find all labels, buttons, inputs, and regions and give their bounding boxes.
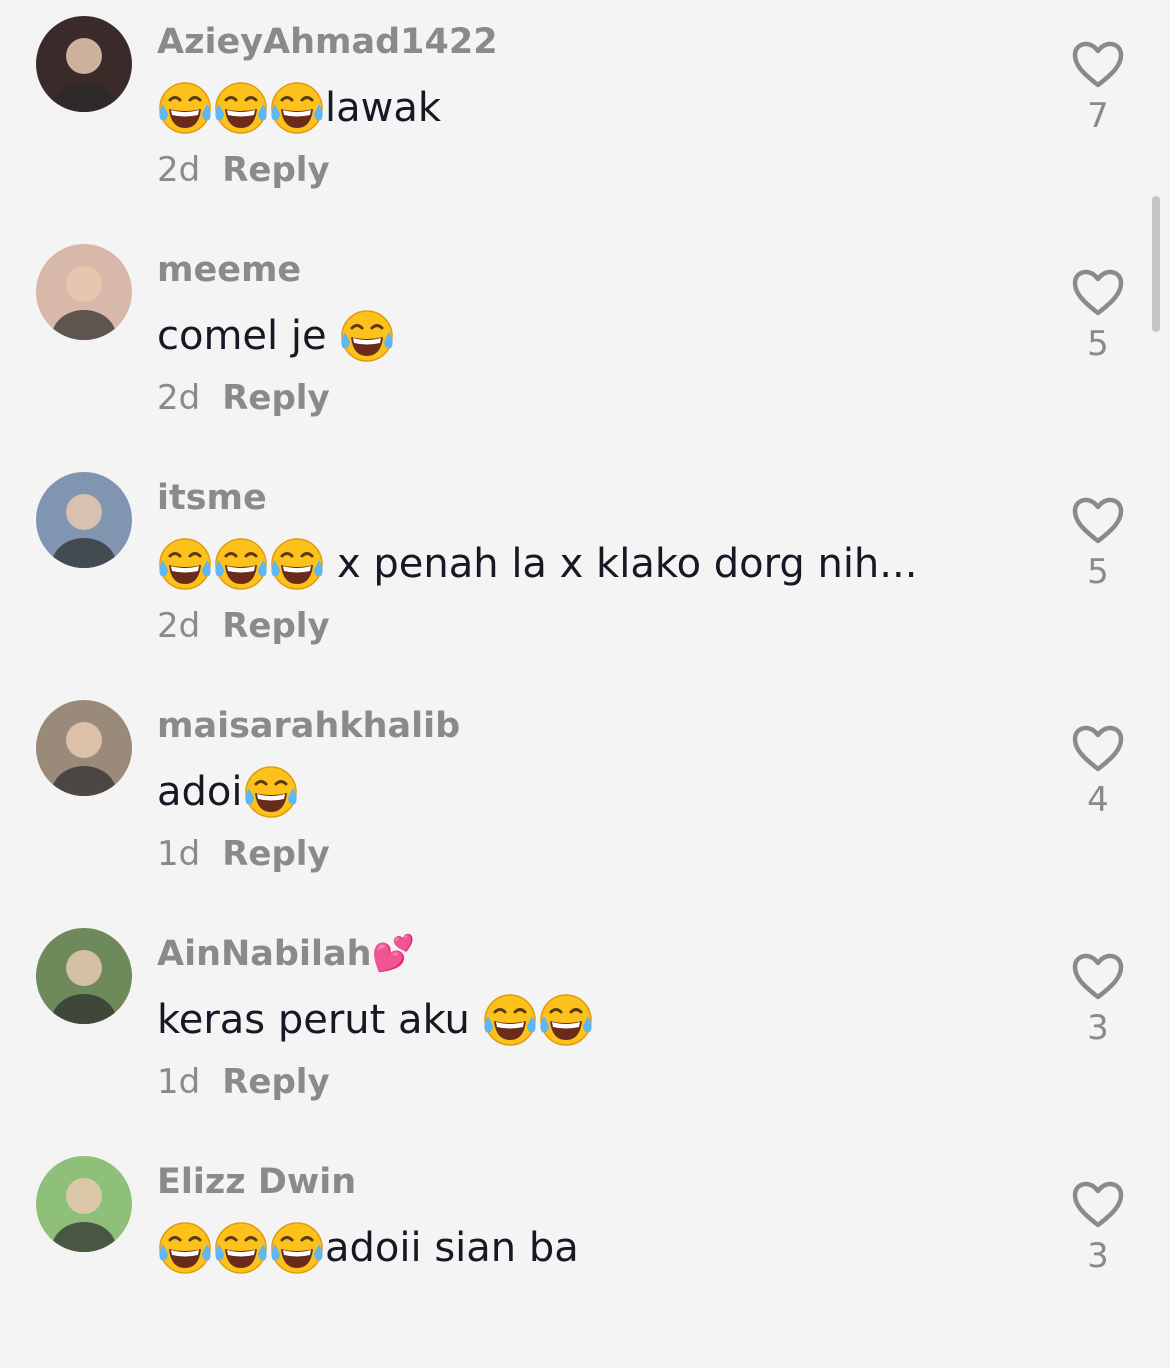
avatar[interactable] [36, 16, 132, 112]
comment-text-lead: keras perut aku [157, 997, 470, 1043]
face-with-tears-of-joy-icon [538, 992, 594, 1048]
comment-text: comel je [157, 308, 395, 364]
comment-text: adoii sian ba [157, 1220, 579, 1276]
username[interactable]: itsme [157, 478, 267, 518]
comment-text-body: x penah la x klako dorg nih... [337, 541, 918, 587]
face-with-tears-of-joy-icon [243, 764, 299, 820]
like-button[interactable]: 3 [1066, 1180, 1130, 1276]
timestamp: 2d [157, 606, 201, 646]
username[interactable]: meeme [157, 250, 301, 290]
face-with-tears-of-joy-icon [213, 1220, 269, 1276]
like-count: 7 [1087, 96, 1109, 136]
comment-text-body: adoii sian ba [325, 1225, 579, 1271]
face-with-tears-of-joy-icon [269, 80, 325, 136]
comment-text-lead: adoi [157, 769, 243, 815]
like-count: 3 [1087, 1236, 1109, 1276]
scrollbar[interactable] [1152, 196, 1160, 332]
face-with-tears-of-joy-icon [157, 1220, 213, 1276]
timestamp: 1d [157, 1062, 201, 1102]
face-with-tears-of-joy-icon [339, 308, 395, 364]
comment-item: itsme x penah la x klako dorg nih... 2d … [0, 456, 1170, 684]
reply-button[interactable]: Reply [222, 834, 329, 874]
comment-text: adoi [157, 764, 299, 820]
comment-item: AzieyAhmad1422 lawak 2d Reply 7 [0, 0, 1170, 228]
face-with-tears-of-joy-icon [213, 80, 269, 136]
like-count: 5 [1087, 552, 1109, 592]
comment-item: AinNabilah💕 keras perut aku 1d Reply 3 [0, 912, 1170, 1140]
comment-text-body: lawak [325, 85, 442, 131]
like-count: 5 [1087, 324, 1109, 364]
heart-outline-icon[interactable] [1066, 268, 1130, 318]
heart-outline-icon[interactable] [1066, 40, 1130, 90]
like-button[interactable]: 5 [1066, 268, 1130, 364]
username[interactable]: AzieyAhmad1422 [157, 22, 498, 62]
comment-meta: 1d Reply [157, 1062, 330, 1102]
username[interactable]: maisarahkhalib [157, 706, 460, 746]
like-count: 3 [1087, 1008, 1109, 1048]
timestamp: 2d [157, 378, 201, 418]
like-button[interactable]: 3 [1066, 952, 1130, 1048]
comment-meta: 1d Reply [157, 834, 330, 874]
comment-item: meeme comel je 2d Reply 5 [0, 228, 1170, 456]
like-button[interactable]: 7 [1066, 40, 1130, 136]
heart-outline-icon[interactable] [1066, 1180, 1130, 1230]
comment-meta: 2d Reply [157, 378, 330, 418]
avatar[interactable] [36, 244, 132, 340]
face-with-tears-of-joy-icon [157, 80, 213, 136]
comment-text: lawak [157, 80, 441, 136]
heart-outline-icon[interactable] [1066, 724, 1130, 774]
avatar[interactable] [36, 700, 132, 796]
comment-meta: 2d Reply [157, 150, 330, 190]
heart-outline-icon[interactable] [1066, 496, 1130, 546]
reply-button[interactable]: Reply [222, 606, 329, 646]
like-button[interactable]: 5 [1066, 496, 1130, 592]
face-with-tears-of-joy-icon [213, 536, 269, 592]
reply-button[interactable]: Reply [222, 378, 329, 418]
heart-outline-icon[interactable] [1066, 952, 1130, 1002]
comment-item: maisarahkhalib adoi 1d Reply 4 [0, 684, 1170, 912]
comment-meta: 2d Reply [157, 606, 330, 646]
face-with-tears-of-joy-icon [269, 1220, 325, 1276]
reply-button[interactable]: Reply [222, 150, 329, 190]
avatar[interactable] [36, 928, 132, 1024]
timestamp: 2d [157, 150, 201, 190]
username[interactable]: Elizz Dwin [157, 1162, 356, 1202]
comment-item: Elizz Dwin adoii sian ba 3 [0, 1140, 1170, 1368]
face-with-tears-of-joy-icon [482, 992, 538, 1048]
comment-text: x penah la x klako dorg nih... [157, 536, 917, 592]
username[interactable]: AinNabilah💕 [157, 934, 415, 974]
comment-text-lead: comel je [157, 313, 327, 359]
timestamp: 1d [157, 834, 201, 874]
comment-text: keras perut aku [157, 992, 594, 1048]
avatar[interactable] [36, 1156, 132, 1252]
face-with-tears-of-joy-icon [269, 536, 325, 592]
avatar[interactable] [36, 472, 132, 568]
face-with-tears-of-joy-icon [157, 536, 213, 592]
like-button[interactable]: 4 [1066, 724, 1130, 820]
like-count: 4 [1087, 780, 1109, 820]
reply-button[interactable]: Reply [222, 1062, 329, 1102]
